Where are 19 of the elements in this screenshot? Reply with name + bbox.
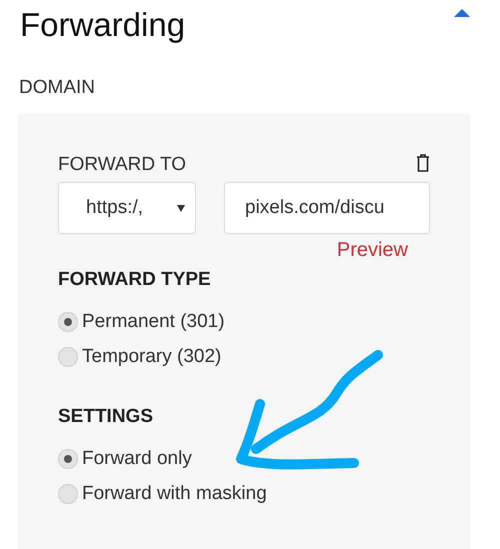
group-heading: FORWARD TYPE	[58, 268, 212, 292]
radio-button[interactable]	[58, 484, 78, 504]
radio-button[interactable]	[58, 449, 78, 469]
radio-label: Permanent (301)	[82, 310, 225, 334]
field-label: FORWARD TO	[58, 154, 186, 176]
url-field[interactable]: pixels.com/discu	[224, 182, 430, 234]
protocol-select[interactable]: https:/,	[58, 182, 196, 234]
dropdown-caret-icon	[177, 204, 185, 212]
radio-label: Forward only	[82, 447, 192, 471]
group-heading: SETTINGS	[58, 405, 154, 429]
preview-link[interactable]: Preview	[336, 238, 408, 262]
radio-button[interactable]	[58, 347, 78, 367]
collapse-caret-icon[interactable]	[454, 9, 470, 17]
trash-icon[interactable]	[416, 154, 430, 172]
radio-button[interactable]	[58, 312, 78, 332]
radio-label: Temporary (302)	[82, 345, 222, 369]
radio-label: Forward with masking	[82, 482, 267, 506]
page-title: Forwarding	[20, 5, 186, 45]
section-label: DOMAIN	[19, 76, 96, 100]
